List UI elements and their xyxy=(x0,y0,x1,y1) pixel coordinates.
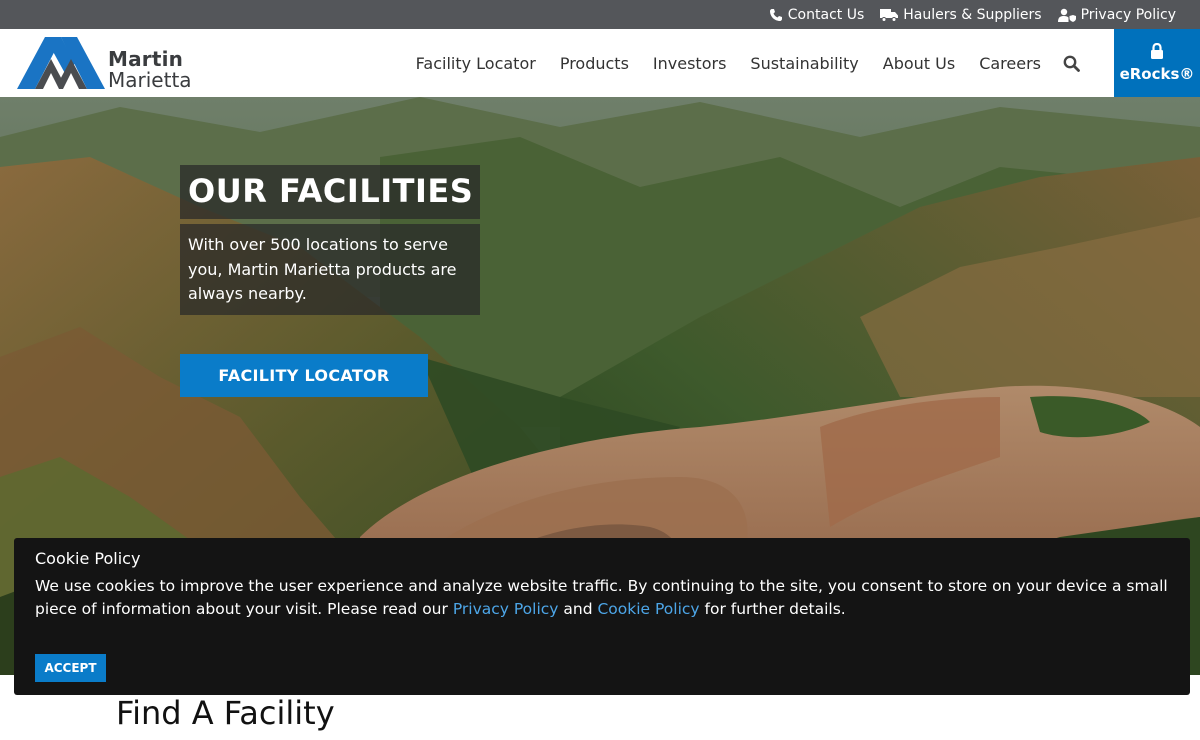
cookie-privacy-policy-link[interactable]: Privacy Policy xyxy=(453,600,559,618)
haulers-suppliers-link[interactable]: Haulers & Suppliers xyxy=(880,6,1042,23)
erocks-label: eRocks® xyxy=(1119,65,1195,83)
utility-bar: Contact Us Haulers & Suppliers Privacy P… xyxy=(0,0,1200,29)
nav-products[interactable]: Products xyxy=(560,54,629,73)
cookie-accept-button[interactable]: ACCEPT xyxy=(35,654,106,682)
logo-mark-icon xyxy=(17,37,105,89)
privacy-policy-link[interactable]: Privacy Policy xyxy=(1057,6,1176,23)
hero-title-box: OUR FACILITIES xyxy=(180,165,480,219)
facility-locator-button[interactable]: FACILITY LOCATOR xyxy=(180,354,428,397)
user-shield-icon xyxy=(1057,8,1076,22)
logo-text-line2: Marietta xyxy=(108,68,192,92)
hero-description: With over 500 locations to serve you, Ma… xyxy=(188,235,457,303)
haulers-suppliers-label: Haulers & Suppliers xyxy=(903,6,1042,23)
lock-icon xyxy=(1150,42,1164,63)
logo-text-line1: Martin xyxy=(108,47,184,71)
nav-sustainability[interactable]: Sustainability xyxy=(750,54,858,73)
cookie-message: We use cookies to improve the user exper… xyxy=(35,575,1175,621)
main-nav: Facility Locator Products Investors Sust… xyxy=(392,29,1086,97)
phone-icon xyxy=(769,8,783,22)
nav-investors[interactable]: Investors xyxy=(653,54,726,73)
cookie-text-end: for further details. xyxy=(699,600,846,618)
truck-icon xyxy=(880,8,899,22)
hero-title: OUR FACILITIES xyxy=(188,172,474,210)
privacy-policy-label: Privacy Policy xyxy=(1080,6,1176,23)
nav-facility-locator[interactable]: Facility Locator xyxy=(416,54,536,73)
hero-text-box: With over 500 locations to serve you, Ma… xyxy=(180,224,480,315)
nav-careers[interactable]: Careers xyxy=(979,54,1041,73)
cookie-title: Cookie Policy xyxy=(35,549,141,568)
martin-marietta-logo[interactable]: Martin Marietta xyxy=(17,37,197,91)
find-facility-heading: Find A Facility xyxy=(116,694,335,732)
contact-us-label: Contact Us xyxy=(787,6,865,23)
cookie-policy-link[interactable]: Cookie Policy xyxy=(597,600,699,618)
contact-us-link[interactable]: Contact Us xyxy=(769,7,864,23)
erocks-button[interactable]: eRocks® xyxy=(1114,29,1200,97)
search-icon[interactable] xyxy=(1063,55,1080,72)
utility-links: Contact Us Haulers & Suppliers Privacy P… xyxy=(769,0,1176,29)
cookie-banner: Cookie Policy We use cookies to improve … xyxy=(14,538,1190,695)
site-header: Martin Marietta Facility Locator Product… xyxy=(0,29,1200,97)
nav-about-us[interactable]: About Us xyxy=(883,54,955,73)
cookie-text-and: and xyxy=(558,600,598,618)
